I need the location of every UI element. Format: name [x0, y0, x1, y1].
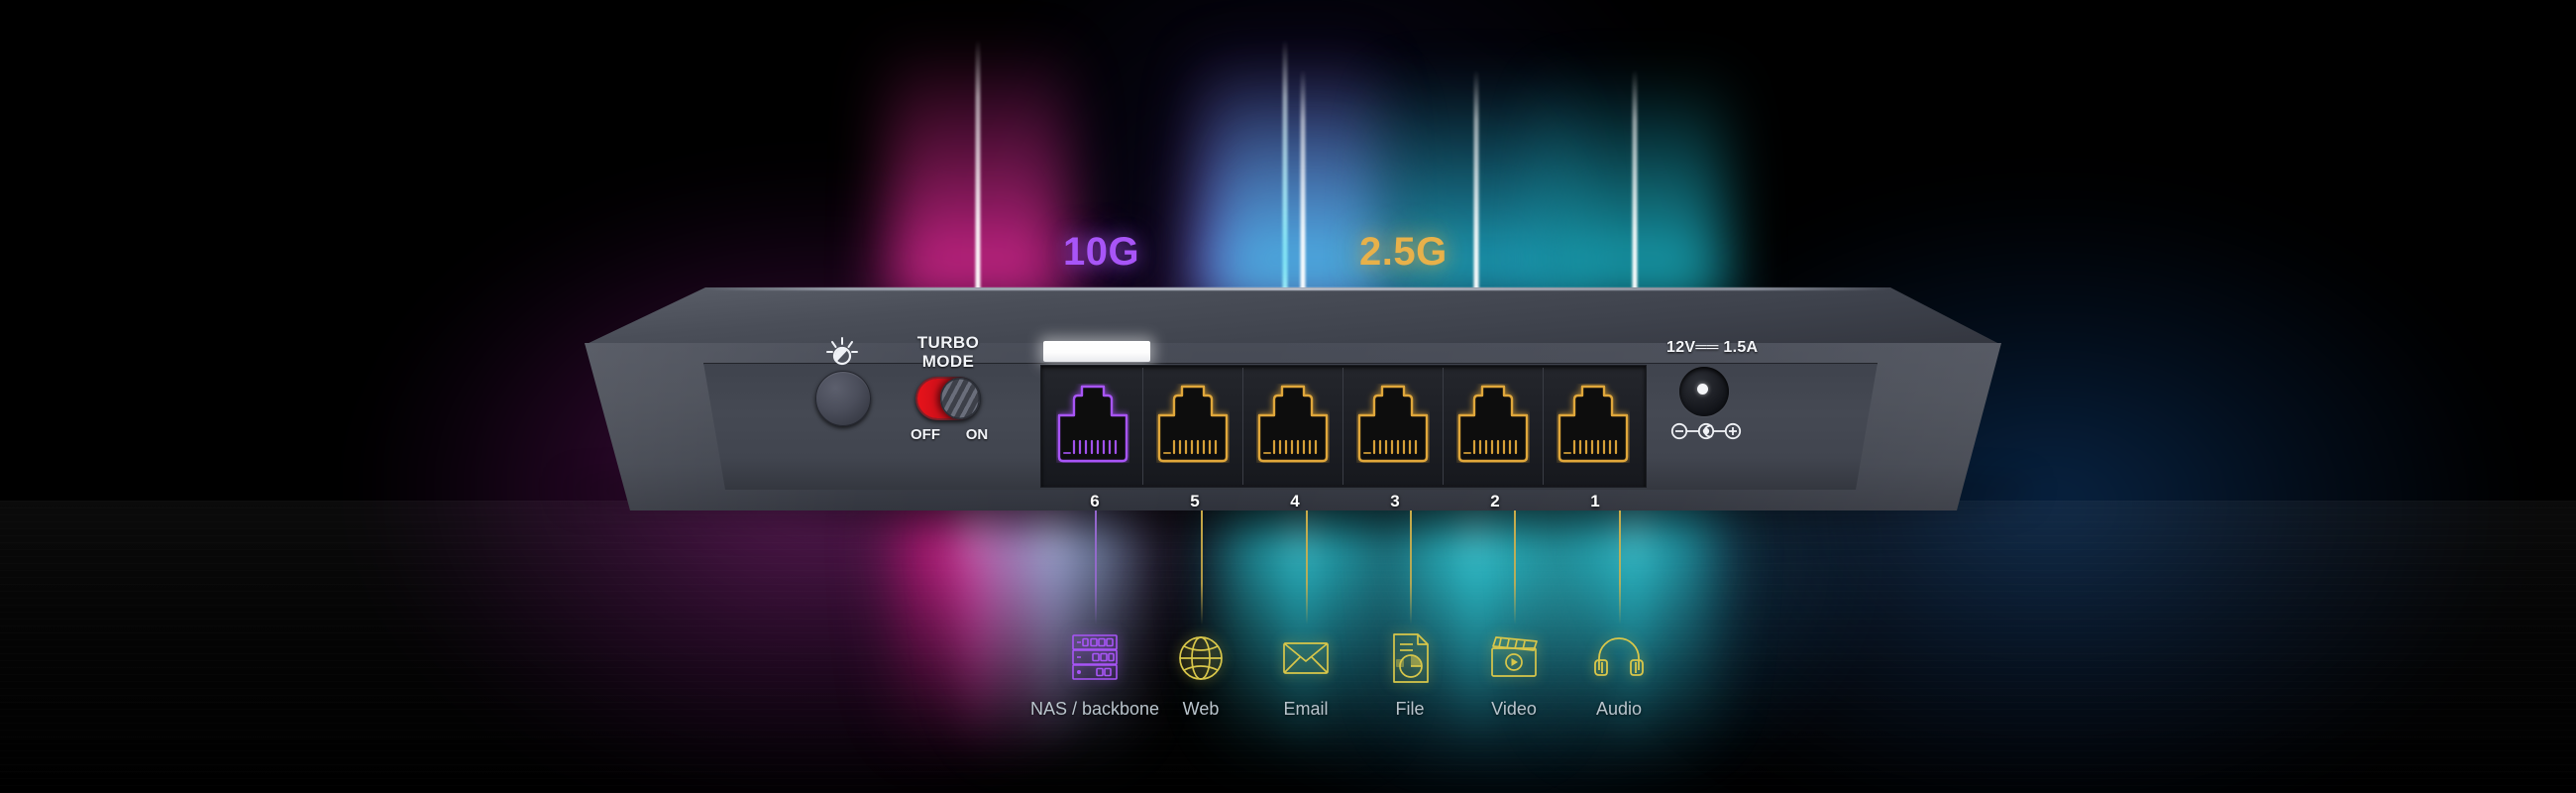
rj45-jack-icon [1056, 384, 1129, 463]
envelope-icon [1276, 630, 1336, 686]
port-divider [1543, 368, 1544, 485]
application-label-audio: Audio [1595, 699, 1643, 719]
line-port-6 [1095, 508, 1097, 624]
headphones-icon [1589, 630, 1649, 686]
document-chart-icon [1380, 630, 1440, 686]
rj45-jack-icon [1556, 384, 1630, 463]
port-number-2: 2 [1490, 492, 1500, 510]
globe-icon [1171, 630, 1231, 686]
speed-label-2-5g: 2.5G [1359, 230, 1448, 274]
beam-core [1632, 69, 1638, 302]
beam-halo [1196, 40, 1374, 302]
ethernet-port-6[interactable] [1043, 368, 1142, 485]
beam-core [1473, 69, 1479, 302]
line-port-3 [1410, 508, 1412, 624]
port-divider [1342, 368, 1343, 485]
port-divider [1242, 368, 1243, 485]
beam-halo [1546, 69, 1724, 302]
line-port-4 [1306, 508, 1308, 624]
beam-core [975, 40, 981, 302]
beam-port-5 [1196, 40, 1374, 302]
port-divider [1443, 368, 1444, 485]
nas-server-rack-icon [1065, 630, 1125, 686]
device-top-surface [585, 287, 2001, 345]
line-port-1 [1619, 508, 1621, 624]
line-port-2 [1514, 508, 1516, 624]
ethernet-port-block [1040, 365, 1647, 488]
device-top-highlight [705, 287, 1890, 290]
rj45-jack-icon [1356, 384, 1430, 463]
rj45-jack-icon [1256, 384, 1330, 463]
rj45-jack-icon [1156, 384, 1230, 463]
clapperboard-play-icon [1484, 630, 1544, 686]
ethernet-port-5[interactable] [1143, 368, 1242, 485]
turbo-mode-label: TURBO MODE [894, 333, 1003, 371]
ethernet-port-3[interactable] [1343, 368, 1443, 485]
product-hero-scene: 10G 2.5G TURBO MODE OFF ON 6 5 4 3 2 1 1… [0, 0, 2576, 793]
turbo-line-2: MODE [921, 352, 975, 371]
port-number-5: 5 [1190, 492, 1200, 510]
network-switch-device: TURBO MODE OFF ON 6 5 4 3 2 1 12V══ 1.5A [585, 287, 2001, 510]
center-positive-polarity-icon [1670, 422, 1742, 440]
speed-label-10g: 10G [1063, 230, 1140, 274]
ethernet-port-2[interactable] [1444, 368, 1543, 485]
beam-halo [889, 40, 1067, 302]
brightness-led-icon [825, 337, 859, 369]
beam-port-6 [889, 40, 1067, 302]
beam-port-2 [1546, 69, 1724, 302]
beam-core [1282, 40, 1288, 302]
switch-paddle [940, 378, 980, 419]
port-number-6: 6 [1090, 492, 1100, 510]
port-number-3: 3 [1390, 492, 1400, 510]
rj45-jack-icon [1456, 384, 1530, 463]
beam-core [1300, 69, 1306, 302]
status-led-bar [1043, 341, 1150, 362]
switch-off-label: OFF [911, 426, 940, 443]
turbo-line-1: TURBO [916, 333, 980, 352]
power-rating-label: 12V══ 1.5A [1666, 339, 1759, 356]
turbo-mode-switch[interactable] [915, 377, 981, 420]
switch-on-label: ON [965, 426, 989, 443]
ethernet-port-1[interactable] [1544, 368, 1643, 485]
reflection-core [971, 506, 981, 753]
led-brightness-knob[interactable] [815, 371, 871, 426]
ethernet-port-4[interactable] [1243, 368, 1342, 485]
port-divider [1142, 368, 1143, 485]
line-port-5 [1201, 508, 1203, 624]
dc-power-jack[interactable] [1679, 367, 1729, 416]
port-number-1: 1 [1590, 492, 1600, 510]
port-number-4: 4 [1290, 492, 1300, 510]
